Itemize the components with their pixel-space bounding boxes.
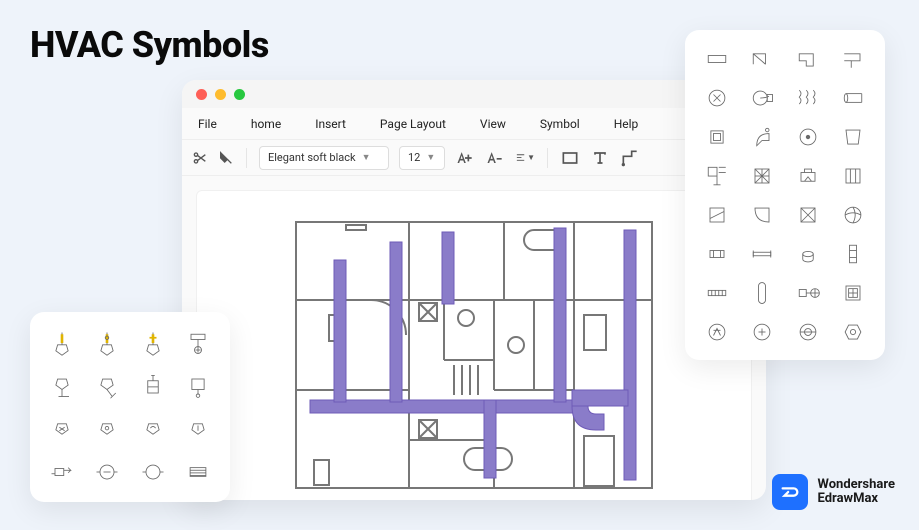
symbol-hvac-12[interactable]	[181, 412, 217, 445]
font-name-value: Elegant soft black	[268, 151, 356, 164]
symbol-hvac-11[interactable]	[135, 412, 171, 445]
text-icon[interactable]	[590, 148, 610, 168]
window-maximize-button[interactable]	[234, 89, 245, 100]
menu-view[interactable]: View	[474, 113, 512, 135]
chevron-down-icon: ▼	[527, 153, 535, 162]
symbol-duct-31[interactable]	[790, 317, 826, 346]
symbol-duct-4[interactable]	[836, 44, 872, 73]
symbol-duct-2[interactable]	[745, 44, 781, 73]
symbol-hvac-14[interactable]	[90, 455, 126, 488]
symbol-duct-12[interactable]	[836, 122, 872, 151]
symbol-hvac-8[interactable]	[181, 369, 217, 402]
connector-icon[interactable]	[620, 148, 640, 168]
symbol-hvac-6[interactable]	[90, 369, 126, 402]
symbol-duct-9[interactable]	[699, 122, 735, 151]
canvas[interactable]	[196, 190, 752, 500]
toolbar-separator	[246, 148, 247, 168]
symbol-duct-8[interactable]	[836, 83, 872, 112]
hvac-symbol-panel-right	[685, 30, 885, 360]
window-minimize-button[interactable]	[215, 89, 226, 100]
symbol-hvac-yellow-1[interactable]	[44, 326, 80, 359]
toolbar: Elegant soft black ▼ 12 ▼ ▼	[182, 140, 766, 176]
symbol-duct-19[interactable]	[790, 200, 826, 229]
app-window: File home Insert Page Layout View Symbol…	[182, 80, 766, 500]
chevron-down-icon: ▼	[362, 152, 371, 163]
symbol-hvac-4[interactable]	[181, 326, 217, 359]
symbol-hvac-10[interactable]	[90, 412, 126, 445]
symbol-duct-10[interactable]	[745, 122, 781, 151]
symbol-duct-5[interactable]	[699, 83, 735, 112]
symbol-hvac-13[interactable]	[44, 455, 80, 488]
symbol-duct-7[interactable]	[790, 83, 826, 112]
symbol-duct-18[interactable]	[745, 200, 781, 229]
symbol-duct-30[interactable]	[745, 317, 781, 346]
format-painter-icon[interactable]	[218, 150, 234, 166]
brand-line1: Wondershare	[818, 478, 895, 492]
menu-help[interactable]: Help	[608, 113, 645, 135]
font-size-value: 12	[408, 151, 420, 164]
font-size-select[interactable]: 12 ▼	[399, 146, 445, 170]
symbol-duct-25[interactable]	[699, 278, 735, 307]
menu-file[interactable]: File	[192, 113, 223, 135]
menu-insert[interactable]: Insert	[309, 113, 352, 135]
symbol-duct-13[interactable]	[699, 161, 735, 190]
brand-badge: Wondershare EdrawMax	[772, 474, 895, 510]
hvac-symbol-panel-left	[30, 312, 230, 502]
menubar: File home Insert Page Layout View Symbol…	[182, 108, 766, 140]
page-title: HVAC Symbols	[30, 24, 269, 66]
symbol-hvac-yellow-3[interactable]	[135, 326, 171, 359]
symbol-duct-27[interactable]	[790, 278, 826, 307]
symbol-duct-3[interactable]	[790, 44, 826, 73]
symbol-duct-22[interactable]	[745, 239, 781, 268]
symbol-duct-23[interactable]	[790, 239, 826, 268]
symbol-duct-32[interactable]	[836, 317, 872, 346]
decrease-font-icon[interactable]	[485, 148, 505, 168]
window-close-button[interactable]	[196, 89, 207, 100]
cut-icon[interactable]	[192, 150, 208, 166]
menu-symbol[interactable]: Symbol	[534, 113, 586, 135]
floorplan-drawing	[294, 220, 654, 490]
symbol-duct-16[interactable]	[836, 161, 872, 190]
symbol-duct-1[interactable]	[699, 44, 735, 73]
symbol-duct-29[interactable]	[699, 317, 735, 346]
symbol-duct-15[interactable]	[790, 161, 826, 190]
menu-home[interactable]: home	[245, 113, 287, 135]
symbol-hvac-9[interactable]	[44, 412, 80, 445]
brand-icon	[772, 474, 808, 510]
symbol-duct-26[interactable]	[745, 278, 781, 307]
increase-font-icon[interactable]	[455, 148, 475, 168]
symbol-hvac-15[interactable]	[135, 455, 171, 488]
symbol-duct-11[interactable]	[790, 122, 826, 151]
symbol-hvac-16[interactable]	[181, 455, 217, 488]
symbol-hvac-5[interactable]	[44, 369, 80, 402]
window-titlebar	[182, 80, 766, 108]
symbol-duct-28[interactable]	[836, 278, 872, 307]
toolbar-separator	[547, 148, 548, 168]
symbol-duct-24[interactable]	[836, 239, 872, 268]
symbol-duct-20[interactable]	[836, 200, 872, 229]
symbol-hvac-yellow-2[interactable]	[90, 326, 126, 359]
align-icon[interactable]: ▼	[515, 148, 535, 168]
brand-line2: EdrawMax	[818, 492, 895, 506]
symbol-duct-6[interactable]	[745, 83, 781, 112]
symbol-duct-17[interactable]	[699, 200, 735, 229]
symbol-duct-14[interactable]	[745, 161, 781, 190]
symbol-duct-21[interactable]	[699, 239, 735, 268]
menu-page-layout[interactable]: Page Layout	[374, 113, 452, 135]
chevron-down-icon: ▼	[426, 152, 435, 163]
font-name-select[interactable]: Elegant soft black ▼	[259, 146, 389, 170]
symbol-hvac-7[interactable]	[135, 369, 171, 402]
shape-rect-icon[interactable]	[560, 148, 580, 168]
